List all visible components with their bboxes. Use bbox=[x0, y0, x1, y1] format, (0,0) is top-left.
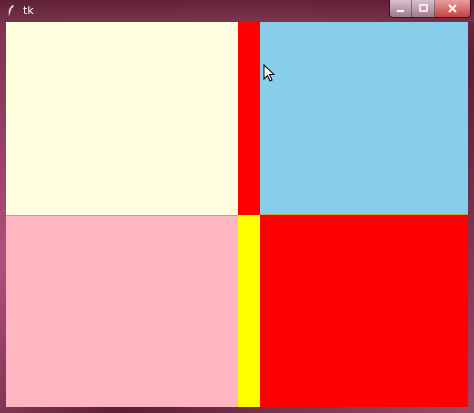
close-icon bbox=[448, 4, 457, 13]
bottom-divider[interactable] bbox=[238, 215, 260, 407]
maximize-button[interactable] bbox=[412, 0, 435, 17]
minimize-button[interactable] bbox=[390, 0, 413, 17]
title-bar[interactable]: tk bbox=[0, 0, 474, 22]
maximize-icon bbox=[418, 4, 428, 12]
close-button[interactable] bbox=[434, 0, 470, 17]
minimize-icon bbox=[397, 10, 405, 12]
top-divider[interactable] bbox=[238, 22, 260, 215]
top-left-panel[interactable] bbox=[6, 22, 238, 215]
canvas-area[interactable] bbox=[6, 22, 468, 407]
feather-icon bbox=[6, 4, 18, 18]
bottom-left-panel[interactable] bbox=[6, 215, 238, 407]
app-window: tk bbox=[0, 0, 474, 413]
top-right-panel[interactable] bbox=[260, 22, 468, 215]
window-controls bbox=[389, 0, 471, 18]
mouse-cursor-icon bbox=[263, 64, 276, 82]
window-title: tk bbox=[23, 4, 34, 17]
bottom-right-panel[interactable] bbox=[260, 215, 468, 407]
